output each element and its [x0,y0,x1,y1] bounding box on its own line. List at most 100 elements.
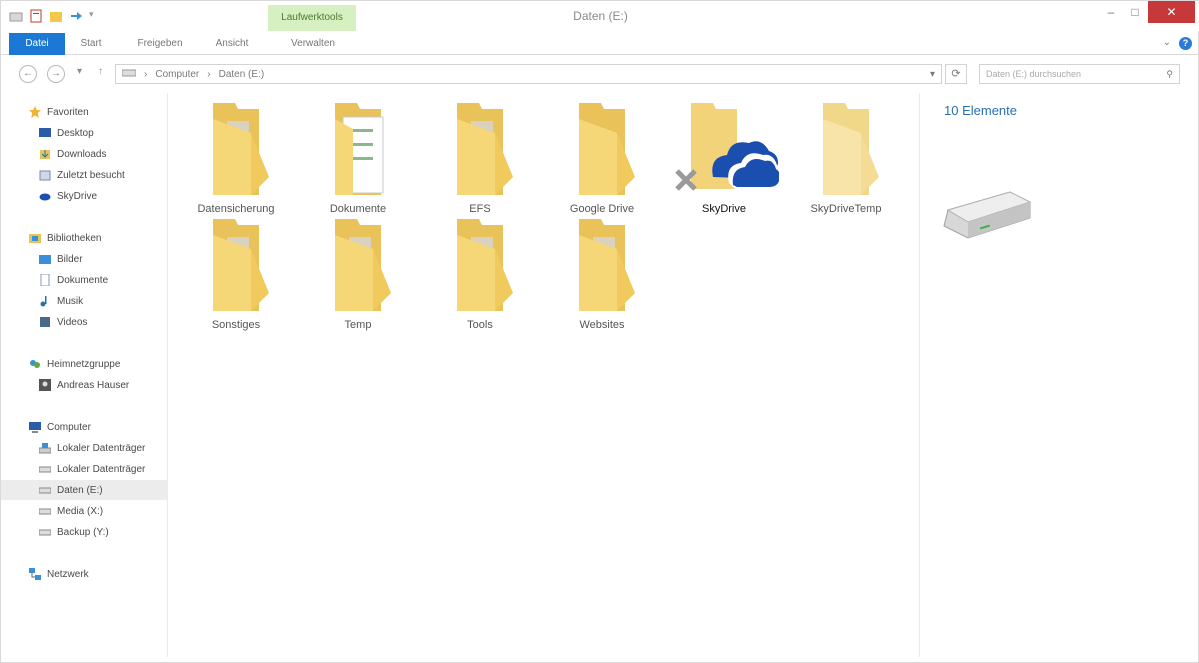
drive-icon [39,466,51,473]
hard-drive-icon [943,191,1032,239]
folder-icon [213,103,269,195]
nav-item-label: Media (X:) [57,505,104,517]
folder-item[interactable]: Google Drive [541,99,663,219]
nav-computer[interactable]: Computer [29,417,91,437]
nav-libraries[interactable]: Bibliotheken [29,228,101,248]
nav-item-videos[interactable]: Videos [39,312,87,332]
expand-ribbon-icon[interactable]: ⌄ [1163,37,1171,50]
folder-item[interactable]: Temp [297,215,419,335]
nav-item-drive-x[interactable]: Media (X:) [39,501,103,521]
folder-item[interactable]: Websites [541,215,663,335]
folder-name: Google Drive [569,203,635,215]
folder-name: Tools [467,319,493,331]
folder-name: Temp [344,319,372,331]
address-bar[interactable]: › Computer › Daten (E:) ▾ [115,64,942,84]
folder-item[interactable]: SkyDrive [663,99,785,219]
nav-homegroup[interactable]: Heimnetzgruppe [29,354,120,374]
folder-documents-icon [335,103,384,195]
address-dropdown-icon[interactable]: ▾ [930,69,941,80]
nav-item-label: Daten (E:) [57,484,103,496]
nav-item-label: Lokaler Datenträger [57,442,146,454]
folder-icon [457,103,513,195]
breadcrumb-drive[interactable]: Daten (E:) [219,69,265,80]
tab-datei[interactable]: Datei [9,33,65,55]
desktop-icon [39,128,51,137]
tab-start[interactable]: Start [71,33,111,55]
nav-item-drive-c[interactable]: Lokaler Datenträger [39,438,145,458]
nav-item-drive-d[interactable]: Lokaler Datenträger [39,459,145,479]
folder-item[interactable]: EFS [419,99,541,219]
nav-item-label: Backup (Y:) [57,526,109,538]
computer-icon [29,422,41,433]
nav-item-bilder[interactable]: Bilder [39,249,83,269]
folder-item[interactable]: Tools [419,215,541,335]
folder-item[interactable]: Datensicherung [175,99,297,219]
nav-item-label: Downloads [57,148,107,160]
libraries-icon [29,234,41,243]
user-icon [39,379,51,391]
nav-item-label: SkyDrive [57,190,98,202]
back-button[interactable]: ← [19,65,37,83]
maximize-button[interactable]: □ [1122,1,1148,23]
folder-icon [823,103,879,195]
downloads-icon [40,150,50,159]
nav-computer-label: Computer [47,421,91,433]
nav-item-label: Dokumente [57,274,109,286]
navigation-pane: Favoriten Desktop Downloads Zuletzt besu… [1,93,168,657]
windows-drive-icon [39,443,51,454]
breadcrumb-separator-icon[interactable]: › [144,69,147,80]
tab-freigeben[interactable]: Freigeben [125,33,195,55]
minimize-button[interactable]: – [1098,1,1124,23]
item-count: 10 Elemente [944,103,1017,118]
breadcrumb-separator-icon[interactable]: › [207,69,210,80]
drive-icon [39,487,51,494]
drive-icon [121,68,137,81]
up-icon[interactable]: ↑ [98,66,103,77]
close-button[interactable]: ✕ [1148,1,1195,23]
nav-item-drive-e[interactable]: Daten (E:) [1,480,168,500]
recent-locations-icon[interactable]: ▾ [77,66,82,77]
nav-item-label: Bilder [57,253,83,265]
folder-item[interactable]: Sonstiges [175,215,297,335]
breadcrumb-computer[interactable]: Computer [155,69,199,80]
nav-item-label: Videos [57,316,88,328]
skydrive-icon [39,193,51,201]
nav-network-label: Netzwerk [47,568,89,580]
nav-favorites[interactable]: Favoriten [29,102,89,122]
nav-item-dokumente[interactable]: Dokumente [39,270,108,290]
nav-item-recent[interactable]: Zuletzt besucht [39,165,125,185]
nav-item-downloads[interactable]: Downloads [39,144,106,164]
title-bar: ▾ Laufwerktools Daten (E:) – □ ✕ [1,1,1199,31]
nav-item-label: Lokaler Datenträger [57,463,146,475]
search-input[interactable]: Daten (E:) durchsuchen ⚲ [979,64,1180,84]
network-icon [29,568,41,580]
nav-network[interactable]: Netzwerk [29,564,89,584]
nav-item-label: Desktop [57,127,94,139]
forward-button[interactable]: → [47,65,65,83]
nav-item-user[interactable]: Andreas Hauser [39,375,129,395]
folder-name: SkyDrive [701,203,746,215]
folder-item[interactable]: Dokumente [297,99,419,219]
folder-name: Datensicherung [197,203,275,215]
nav-item-skydrive[interactable]: SkyDrive [39,186,97,206]
help-icon[interactable]: ? [1179,37,1192,50]
music-icon [40,296,47,307]
refresh-button[interactable]: ⟳ [945,64,967,84]
folder-item[interactable]: SkyDriveTemp [785,99,907,219]
nav-item-drive-y[interactable]: Backup (Y:) [39,522,109,542]
nav-item-desktop[interactable]: Desktop [39,123,94,143]
search-icon[interactable]: ⚲ [1166,65,1173,83]
tab-ansicht[interactable]: Ansicht [205,33,259,55]
star-icon [29,106,41,118]
homegroup-icon [30,360,40,368]
tab-verwalten[interactable]: Verwalten [273,33,353,55]
nav-item-label: Andreas Hauser [57,379,130,391]
nav-item-musik[interactable]: Musik [39,291,83,311]
ribbon-tabs: Datei Start Freigeben Ansicht Verwalten … [1,31,1199,55]
folder-icon [579,219,635,311]
folder-name: Websites [579,319,625,331]
folder-icon [579,103,635,195]
drive-icon [39,508,51,515]
folder-icon [213,219,269,311]
details-pane: 10 Elemente [919,93,1189,657]
